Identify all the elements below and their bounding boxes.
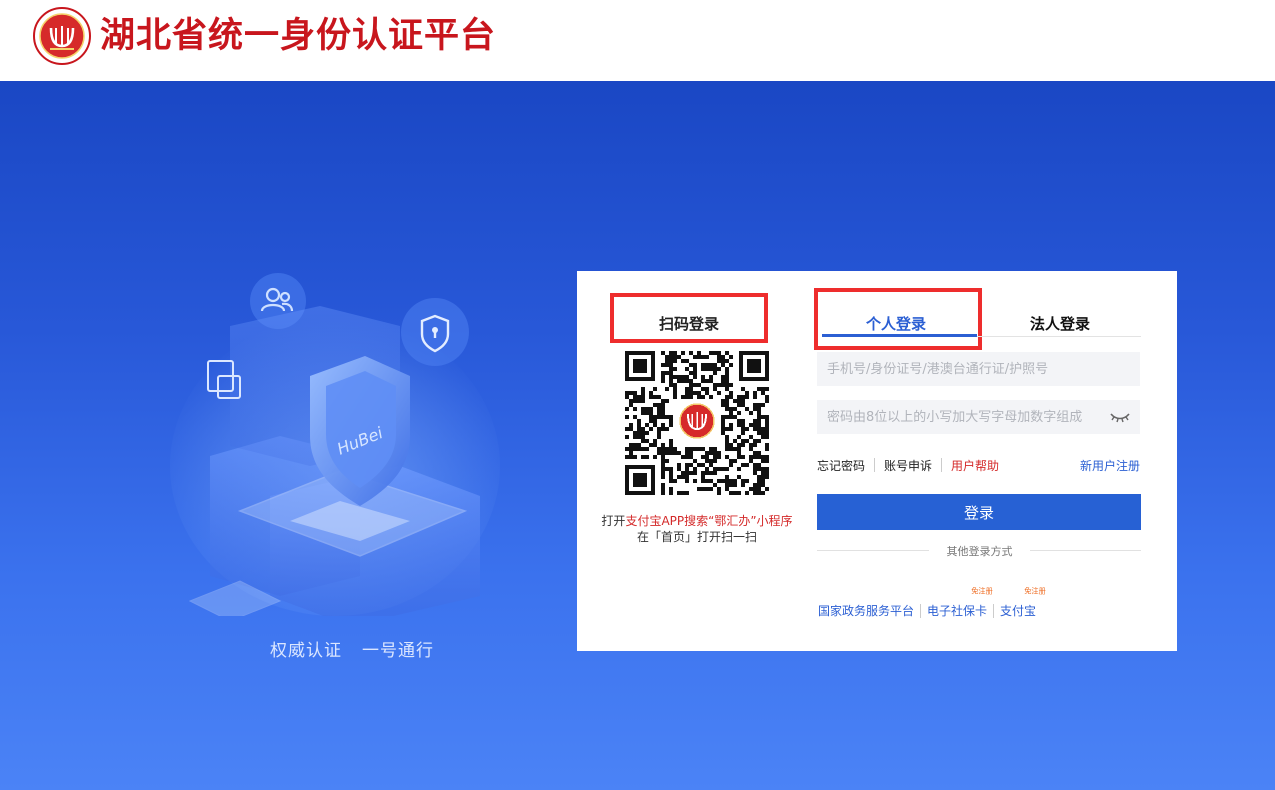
tab-personal-login[interactable]: 个人登录 bbox=[866, 313, 926, 334]
qr-login-hint: 打开支付宝APP搜索“鄂汇办”小程序 在「首页」打开扫一扫 bbox=[595, 513, 799, 545]
qr-login-title: 扫码登录 bbox=[658, 315, 719, 333]
provincial-emblem-icon bbox=[33, 7, 91, 65]
slogan-left: 权威认证 bbox=[270, 641, 342, 661]
site-title: 湖北省统一身份认证平台 bbox=[100, 15, 497, 56]
page-header: 湖北省统一身份认证平台 bbox=[0, 0, 1275, 81]
divider bbox=[874, 458, 876, 472]
divider-left bbox=[817, 550, 929, 551]
account-links-row: 忘记密码 账号申诉 用户帮助 bbox=[817, 457, 999, 473]
slogan-right: 一号通行 bbox=[362, 641, 434, 661]
qr-login-tab-highlight[interactable]: 扫码登录 bbox=[610, 293, 768, 343]
forgot-password-link[interactable]: 忘记密码 bbox=[817, 457, 865, 474]
login-card: 扫码登录 打开支付宝APP搜索“鄂汇办”小程序 在「首页」打开扫一扫 个人登录 … bbox=[577, 271, 1177, 651]
divider bbox=[941, 458, 943, 472]
tab-divider-line bbox=[977, 336, 1141, 337]
no-registration-badge: 免注册 bbox=[1024, 587, 1046, 596]
qr-hint-app: 支付宝APP搜索“鄂汇办”小程序 bbox=[625, 514, 793, 528]
other-login-links: 国家政务服务平台 电子社保卡 支付宝 bbox=[818, 602, 1036, 619]
hide-password-eye-icon[interactable] bbox=[1109, 410, 1131, 424]
login-banner: HuBei 权威认证 一号通行 扫码登录 打开支付宝APP搜索“鄂汇办”小程序 … bbox=[0, 81, 1275, 790]
social-security-card-login-link[interactable]: 电子社保卡 bbox=[927, 602, 987, 619]
login-button[interactable]: 登录 bbox=[817, 494, 1141, 530]
password-input[interactable] bbox=[817, 400, 1140, 434]
qr-hint-prefix: 打开 bbox=[601, 514, 626, 528]
qr-hint-line2: 在「首页」打开扫一扫 bbox=[636, 530, 757, 544]
account-appeal-link[interactable]: 账号申诉 bbox=[884, 457, 932, 474]
no-registration-badge: 免注册 bbox=[971, 587, 993, 596]
user-help-link[interactable]: 用户帮助 bbox=[951, 457, 999, 474]
alipay-login-link[interactable]: 支付宝 bbox=[1000, 602, 1036, 619]
banner-slogan: 权威认证 一号通行 bbox=[270, 636, 434, 661]
active-tab-underline bbox=[822, 334, 977, 337]
other-login-title: 其他登录方式 bbox=[946, 545, 1013, 558]
new-user-register-link[interactable]: 新用户注册 bbox=[1080, 457, 1140, 474]
qr-code bbox=[625, 351, 769, 495]
divider bbox=[920, 603, 922, 618]
national-gov-service-login-link[interactable]: 国家政务服务平台 bbox=[818, 602, 914, 619]
divider-right bbox=[1030, 550, 1141, 551]
username-input[interactable] bbox=[817, 352, 1140, 386]
tab-legal-login[interactable]: 法人登录 bbox=[1030, 313, 1090, 334]
security-shield-illustration: HuBei bbox=[170, 273, 500, 616]
divider bbox=[993, 603, 995, 618]
